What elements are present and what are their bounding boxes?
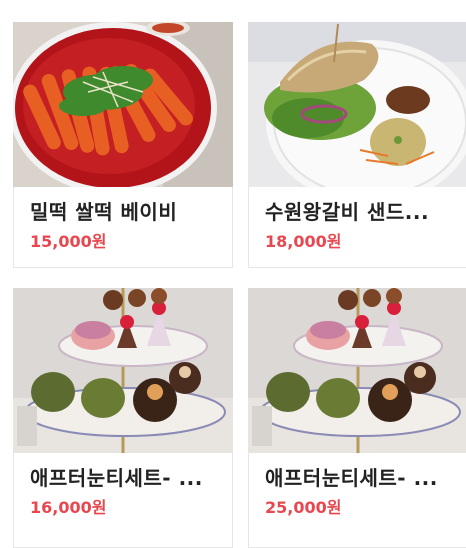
product-info: 밀떡 쌀떡 베이비 15,000원	[30, 199, 222, 252]
product-card[interactable]: 애프터눈티세트- ... 16,000원	[13, 288, 233, 548]
product-name[interactable]: 애프터눈티세트- ...	[30, 465, 222, 491]
product-price: 15,000원	[30, 232, 107, 251]
product-card[interactable]: 애프터눈티세트- ... 25,000원	[248, 288, 466, 548]
product-name[interactable]: 애프터눈티세트- ...	[265, 465, 457, 491]
product-image-sandwich[interactable]	[248, 22, 466, 187]
product-name[interactable]: 밀떡 쌀떡 베이비	[30, 199, 222, 225]
product-grid: 밀떡 쌀떡 베이비 15,000원 수원왕갈비 샌드... 18,000원 애프…	[0, 0, 466, 548]
product-card[interactable]: 밀떡 쌀떡 베이비 15,000원	[13, 22, 233, 268]
product-card[interactable]: 수원왕갈비 샌드... 18,000원	[248, 22, 466, 268]
product-name[interactable]: 수원왕갈비 샌드...	[265, 199, 457, 225]
product-price: 25,000원	[265, 498, 342, 517]
product-info: 애프터눈티세트- ... 16,000원	[30, 465, 222, 518]
product-image-tteokbokki[interactable]	[13, 22, 233, 187]
product-info: 애프터눈티세트- ... 25,000원	[265, 465, 457, 518]
product-price: 16,000원	[30, 498, 107, 517]
product-image-afternoon-tea[interactable]	[13, 288, 233, 453]
product-image-afternoon-tea[interactable]	[248, 288, 466, 453]
product-price: 18,000원	[265, 232, 342, 251]
product-info: 수원왕갈비 샌드... 18,000원	[265, 199, 457, 252]
